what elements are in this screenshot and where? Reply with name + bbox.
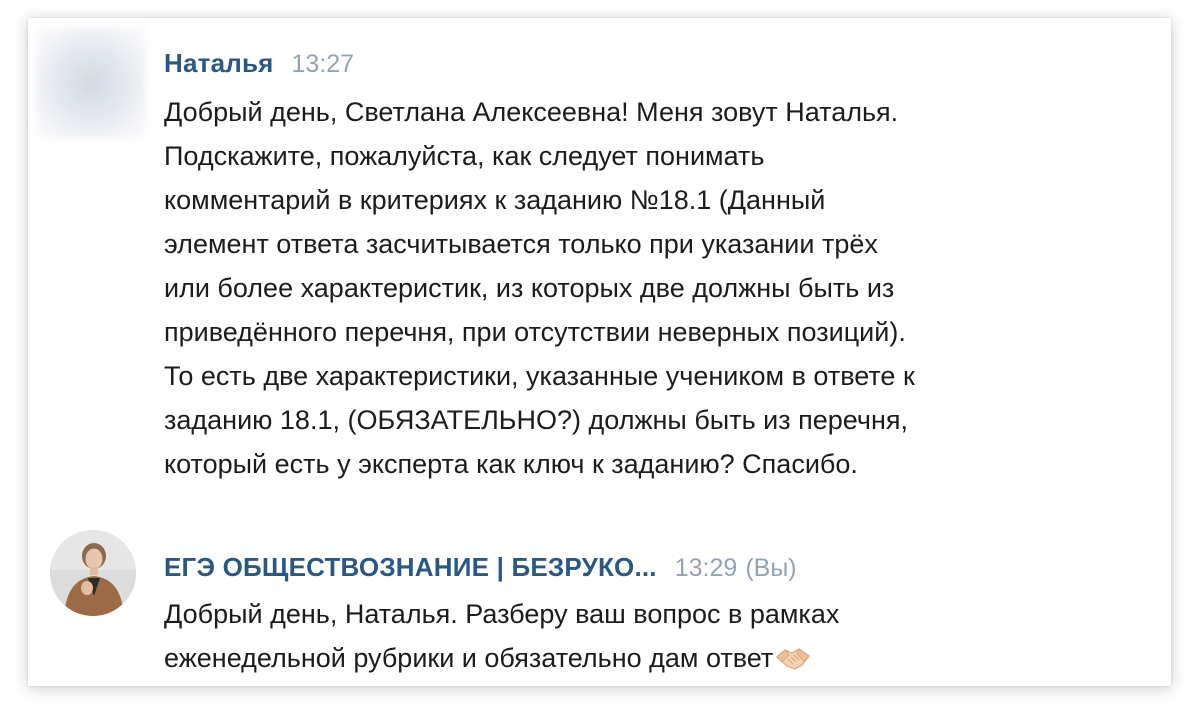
profile-photo-icon [50, 530, 136, 616]
avatar[interactable] [50, 530, 136, 616]
author-name[interactable]: Наталья [164, 48, 274, 79]
message-header: ЕГЭ ОБЩЕСТВОЗНАНИЕ | БЕЗРУКО... 13:29 (В… [164, 552, 797, 583]
message-line: приведённого перечня, при отсутствии нев… [164, 317, 906, 347]
message-line: комментарий в критериях к заданию №18.1 … [164, 185, 826, 215]
you-label: (Вы) [745, 554, 797, 582]
message-line: еженедельной рубрики и обязательно дам о… [164, 643, 774, 673]
message-header: Наталья 13:27 [164, 48, 354, 79]
message-line: Подскажите, пожалуйста, как следует пони… [164, 141, 765, 171]
message-text: Добрый день, Наталья. Разберу ваш вопрос… [164, 592, 1154, 686]
message-line: То есть две характеристики, указанные уч… [164, 361, 915, 391]
avatar-blurred[interactable] [36, 28, 146, 138]
handshake-emoji-icon [775, 642, 811, 686]
message-line: Добрый день, Светлана Алексеевна! Меня з… [164, 97, 899, 127]
message-time: 13:29 [674, 554, 738, 582]
message-line: Добрый день, Наталья. Разберу ваш вопрос… [164, 599, 840, 629]
message-text: Добрый день, Светлана Алексеевна! Меня з… [164, 90, 1154, 486]
message-line-with-emoji: еженедельной рубрики и обязательно дам о… [164, 636, 1154, 686]
message-time: 13:27 [291, 50, 355, 78]
author-name[interactable]: ЕГЭ ОБЩЕСТВОЗНАНИЕ | БЕЗРУКО... [164, 552, 657, 583]
message-line: элемент ответа засчитывается только при … [164, 229, 878, 259]
message-line: или более характеристик, из которых две … [164, 273, 895, 303]
message-line: заданию 18.1, (ОБЯЗАТЕЛЬНО?) должны быть… [164, 405, 908, 435]
message-line: который есть у эксперта как ключ к задан… [164, 449, 858, 479]
chat-window: Наталья 13:27 Добрый день, Светлана Алек… [28, 18, 1171, 686]
